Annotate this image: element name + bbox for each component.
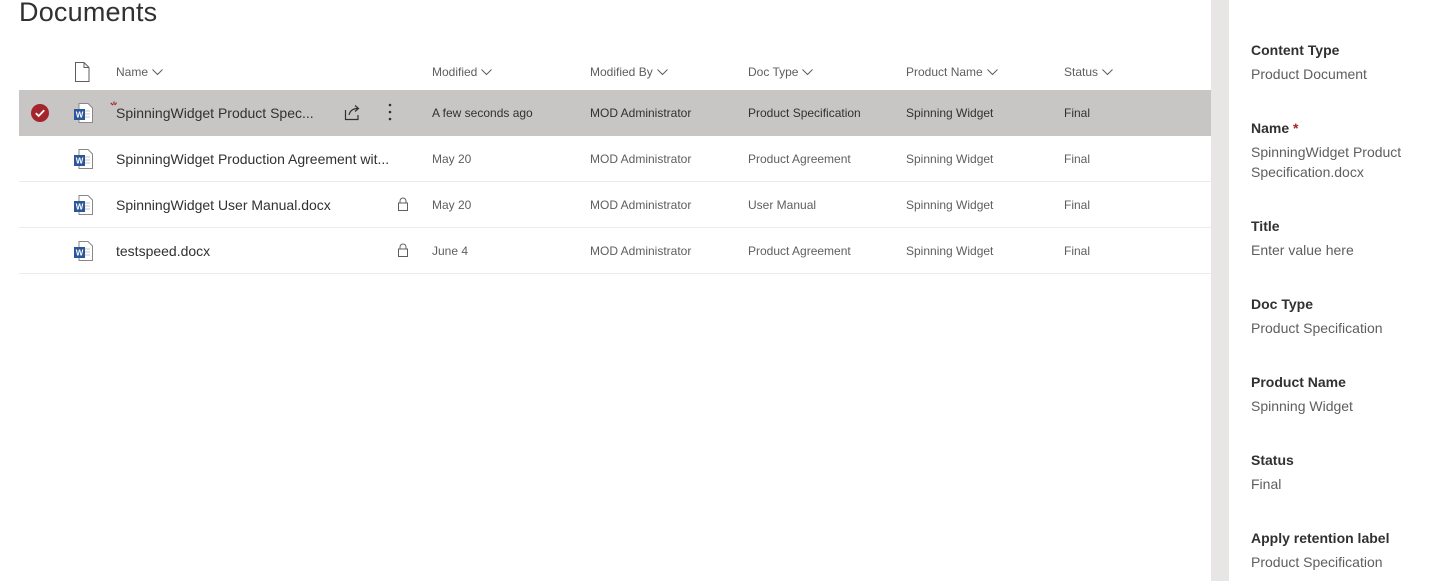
file-name[interactable]: SpinningWidget User Manual.docx	[116, 182, 386, 227]
column-header-status[interactable]: Status	[1064, 52, 1113, 92]
column-header-name[interactable]: Name	[116, 52, 163, 92]
modified-cell: June 4	[432, 243, 469, 258]
modified-by-cell[interactable]: MOD Administrator	[590, 228, 740, 273]
field-value[interactable]: Product Specification	[1251, 318, 1430, 338]
column-header-status-label: Status	[1064, 65, 1099, 79]
doc-type-cell: Product Agreement	[748, 151, 851, 166]
word-document-icon: W	[74, 149, 93, 169]
product-name-cell: Spinning Widget	[906, 243, 994, 258]
svg-text:W: W	[76, 111, 84, 120]
column-header-modified-by[interactable]: Modified By	[590, 52, 668, 92]
column-header-modified-label: Modified	[432, 65, 478, 79]
share-icon[interactable]	[344, 103, 362, 121]
svg-text:W: W	[76, 157, 84, 166]
chevron-down-icon	[656, 68, 668, 75]
page-title: Documents	[19, 0, 158, 27]
file-name[interactable]: SpinningWidget Production Agreement wit.…	[116, 136, 416, 181]
field-value[interactable]: Final	[1251, 474, 1430, 494]
document-list: W SpinningWidget Product Spec... A few s…	[19, 90, 1211, 274]
field-value[interactable]: Product Document	[1251, 64, 1430, 84]
field-doc-type[interactable]: Doc Type Product Specification	[1251, 295, 1430, 338]
lock-icon	[398, 197, 408, 211]
required-mark: *	[1293, 120, 1299, 136]
field-label: Doc Type	[1251, 296, 1313, 312]
checkmark-circle-icon[interactable]	[31, 104, 49, 122]
status-cell: Final	[1064, 105, 1091, 120]
column-header-modified[interactable]: Modified	[432, 52, 493, 92]
details-panel-divider	[1211, 0, 1229, 581]
word-document-icon: W	[74, 103, 93, 123]
chevron-down-icon	[1102, 68, 1113, 75]
status-cell: Final	[1064, 197, 1091, 212]
table-row[interactable]: W testspeed.docx June 4 MOD Administrato…	[19, 228, 1211, 274]
svg-text:W: W	[76, 249, 84, 258]
field-label: Status	[1251, 452, 1294, 468]
modified-cell: A few seconds ago	[432, 105, 533, 120]
cropped-control	[1251, 0, 1341, 4]
table-row[interactable]: W SpinningWidget Product Spec... A few s…	[19, 90, 1211, 136]
field-name[interactable]: Name * SpinningWidget Product Specificat…	[1251, 119, 1430, 182]
chevron-down-icon	[481, 68, 493, 75]
svg-text:W: W	[76, 203, 84, 212]
field-label: Product Name	[1251, 374, 1346, 390]
table-row[interactable]: W SpinningWidget Production Agreement wi…	[19, 136, 1211, 182]
table-row[interactable]: W SpinningWidget User Manual.docx May 20…	[19, 182, 1211, 228]
column-header-modified-by-label: Modified By	[590, 65, 653, 79]
modified-by-cell[interactable]: MOD Administrator	[590, 136, 740, 181]
list-header: Name Modified Modified By Doc Type Produ…	[19, 52, 1211, 92]
field-value[interactable]: SpinningWidget Product Specification.doc…	[1251, 142, 1430, 182]
details-panel: Content Type Product Document Name * Spi…	[1211, 0, 1430, 581]
column-header-name-label: Name	[116, 65, 149, 79]
modified-cell: May 20	[432, 151, 472, 166]
column-header-product-name[interactable]: Product Name	[906, 52, 998, 92]
field-label: Apply retention label	[1251, 530, 1390, 546]
doc-type-cell: Product Agreement	[748, 243, 851, 258]
chevron-down-icon	[986, 68, 998, 75]
field-label-text: Name	[1251, 120, 1290, 136]
word-document-icon: W	[74, 241, 93, 261]
modified-cell: May 20	[432, 197, 472, 212]
lock-icon	[398, 243, 408, 257]
field-label: Content Type	[1251, 42, 1340, 58]
more-vertical-icon[interactable]	[383, 102, 397, 122]
product-name-cell: Spinning Widget	[906, 151, 994, 166]
document-icon[interactable]	[74, 62, 90, 82]
document-library: Documents Name Modified Modified By Doc …	[0, 0, 1211, 581]
product-name-cell: Spinning Widget	[906, 105, 994, 120]
word-document-icon: W	[74, 195, 93, 215]
field-value[interactable]: Product Specification	[1251, 552, 1430, 572]
field-title[interactable]: Title Enter value here	[1251, 217, 1430, 260]
status-cell: Final	[1064, 243, 1091, 258]
status-cell: Final	[1064, 151, 1091, 166]
field-value[interactable]: Spinning Widget	[1251, 396, 1430, 416]
doc-type-cell: Product Specification	[748, 105, 861, 120]
column-header-doc-type-label: Doc Type	[748, 65, 799, 79]
title-input[interactable]: Enter value here	[1251, 240, 1430, 260]
field-label: Name *	[1251, 119, 1430, 137]
column-header-product-name-label: Product Name	[906, 65, 983, 79]
field-retention-label[interactable]: Apply retention label Product Specificat…	[1251, 529, 1430, 572]
chevron-down-icon	[802, 68, 814, 75]
field-status[interactable]: Status Final	[1251, 451, 1430, 494]
chevron-down-icon	[152, 68, 163, 75]
modified-by-cell[interactable]: MOD Administrator	[590, 90, 740, 135]
file-name[interactable]: SpinningWidget Product Spec...	[116, 90, 338, 135]
field-product-name[interactable]: Product Name Spinning Widget	[1251, 373, 1430, 416]
product-name-cell: Spinning Widget	[906, 197, 994, 212]
file-name[interactable]: testspeed.docx	[116, 228, 386, 273]
field-content-type[interactable]: Content Type Product Document	[1251, 41, 1430, 84]
modified-by-cell[interactable]: MOD Administrator	[590, 182, 740, 227]
doc-type-cell: User Manual	[748, 197, 817, 212]
column-header-doc-type[interactable]: Doc Type	[748, 52, 814, 92]
field-label: Title	[1251, 218, 1280, 234]
